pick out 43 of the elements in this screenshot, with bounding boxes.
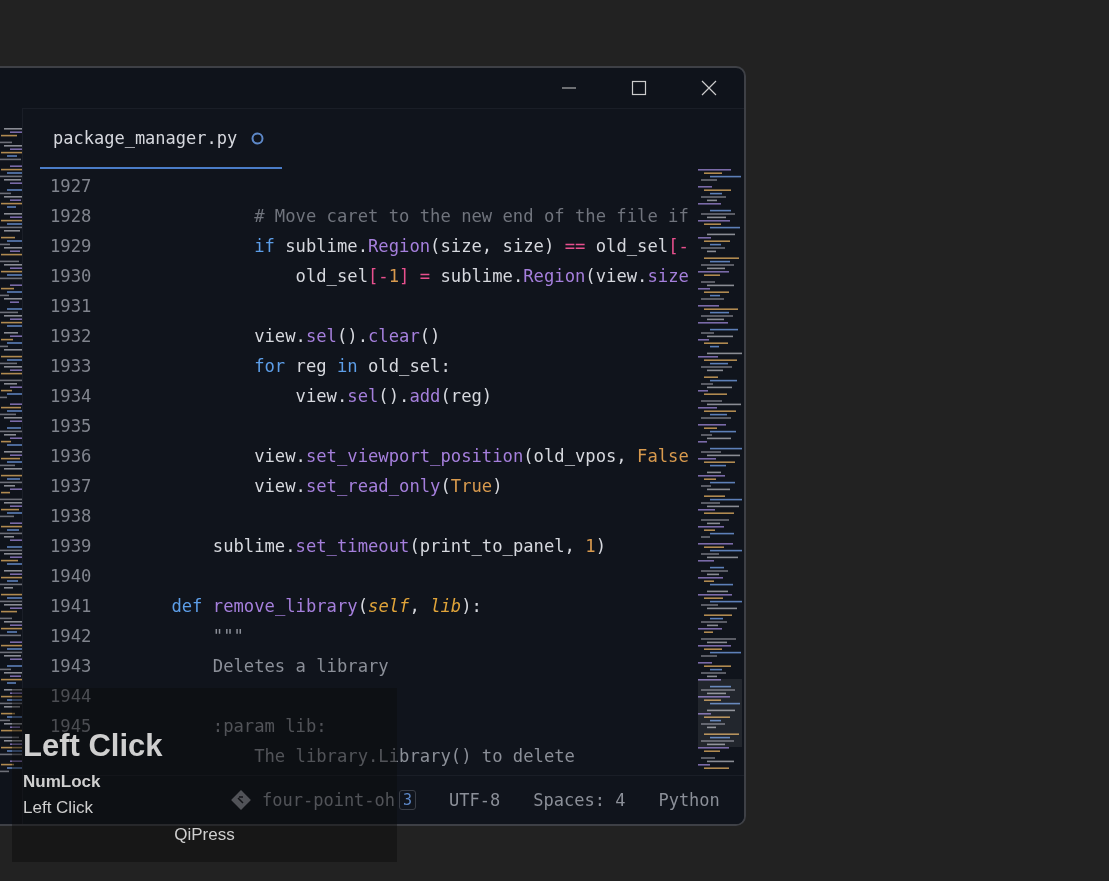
line-number: 1941 [50,595,92,618]
close-icon [701,80,717,96]
code-line: Deletes a library [211,655,389,678]
action-label: Left Click [23,798,93,818]
line-number: 1933 [50,355,92,378]
code-line: for reg in old_sel: [253,355,451,378]
line-number: 1937 [50,475,92,498]
file-tab[interactable]: package_manager.py [40,109,283,169]
line-number: 1935 [50,415,92,438]
line-number: 1931 [50,295,92,318]
code-line: # Move caret to the new end of the file if [253,205,689,228]
line-number: 1943 [50,655,92,678]
line-number: 1944 [50,685,92,708]
unsaved-dot-icon [251,131,265,145]
line-number: 1927 [50,175,92,198]
code-line: sublime.set_timeout(print_to_panel, 1) [211,535,607,558]
line-number: 1936 [50,445,92,468]
line-number: 1928 [50,205,92,228]
code-line: if sublime.Region(size, size) == old_sel[- [253,235,689,258]
line-number: 1934 [50,385,92,408]
code-line: view.sel().clear() [253,325,441,348]
line-number: 1929 [50,235,92,258]
code-line: view.set_viewport_position(old_vpos, False [253,445,689,468]
code-line: view.set_read_only(True) [253,475,503,498]
indentation-label[interactable]: Spaces: 4 [533,790,626,810]
change-count: 3 [399,790,417,810]
app-name: QiPress [174,825,235,845]
code-line: def remove_library(self, lib): [170,595,482,618]
line-number: 1930 [50,265,92,288]
line-number: 1938 [50,505,92,528]
code-line: """ [211,625,244,648]
code-line: :param lib: [211,715,327,738]
line-number: 1942 [50,625,92,648]
line-number: 1940 [50,565,92,588]
maximize-icon [631,80,647,96]
line-number: 1939 [50,535,92,558]
encoding-label[interactable]: UTF-8 [449,790,501,810]
modifier-key: NumLock [23,772,101,792]
line-number: 1932 [50,325,92,348]
code-line: view.sel().add(reg) [294,385,493,408]
syntax-label[interactable]: Python [658,790,720,810]
code-line: old_sel[-1] = sublime.Region(view.size [294,265,689,288]
minimize-icon [561,87,577,89]
